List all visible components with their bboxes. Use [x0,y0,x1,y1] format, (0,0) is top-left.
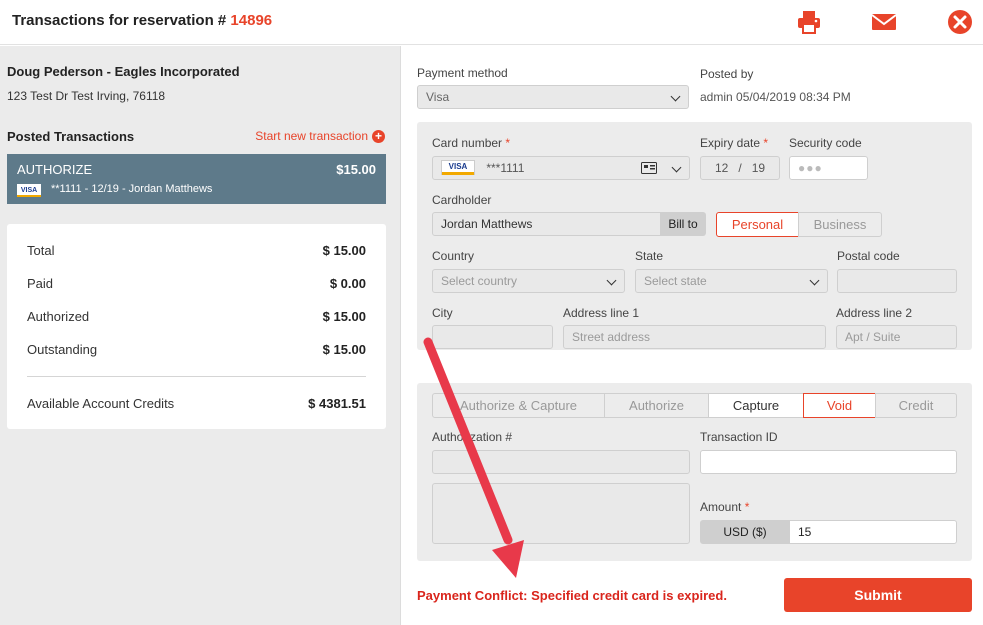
authorization-number-label: Authorization # [432,430,513,444]
payment-method-label: Payment method [417,66,508,80]
chevron-down-icon [671,162,682,173]
close-icon[interactable] [946,8,974,36]
left-panel: Doug Pederson - Eagles Incorporated 123 … [0,46,401,625]
plus-icon: + [372,129,385,143]
payment-method-value: Visa [426,90,450,104]
personal-toggle[interactable]: Personal [716,212,799,237]
summary-row-total: Total $ 15.00 [27,243,366,258]
bill-to-button[interactable]: Bill to [660,212,706,236]
summary-label: Paid [27,276,54,291]
business-toggle[interactable]: Business [798,212,882,237]
start-new-transaction-link[interactable]: Start new transaction + [255,129,385,143]
card-number-value: ***1111 [486,161,525,175]
currency-addon: USD ($) [700,520,790,544]
transaction-action-panel: Authorize & Capture Authorize Capture Vo… [417,383,972,561]
city-label: City [432,306,453,320]
postal-code-label: Postal code [837,249,900,263]
id-card-icon [641,162,657,174]
summary-label: Outstanding [27,342,98,357]
transaction-id-label: Transaction ID [700,430,778,444]
tab-authorize[interactable]: Authorize [604,393,709,418]
transaction-type: AUTHORIZE [17,162,93,177]
expiry-date-label: Expiry date * [700,136,769,150]
summary-divider [27,376,366,377]
state-select[interactable]: Select state [635,269,828,293]
expiry-year: 19 [751,161,766,175]
authorization-number-input[interactable] [432,450,690,474]
postal-code-input[interactable] [837,269,957,293]
posted-by-label: Posted by [700,67,754,81]
title-prefix: Transactions for reservation # [12,12,227,29]
summary-row-outstanding: Outstanding $ 15.00 [27,342,366,357]
guest-name: Doug Pederson - Eagles Incorporated [7,64,240,79]
email-icon[interactable] [870,8,898,36]
submit-button[interactable]: Submit [784,578,972,612]
address-line2-input[interactable]: Apt / Suite [836,325,957,349]
amount-label: Amount * [700,500,750,514]
print-icon[interactable] [795,8,823,36]
tab-credit[interactable]: Credit [875,393,957,418]
country-label: Country [432,249,475,263]
tab-authorize-capture[interactable]: Authorize & Capture [432,393,605,418]
security-code-label: Security code [789,136,862,150]
visa-card-icon: VISA [441,160,475,176]
expiry-date-input[interactable]: 12 / 19 [700,156,780,180]
error-message: Payment Conflict: Specified credit card … [417,588,727,603]
summary-row-paid: Paid $ 0.00 [27,276,366,291]
country-select[interactable]: Select country [432,269,625,293]
chevron-down-icon [670,91,681,102]
chevron-down-icon [606,275,617,286]
page-title: Transactions for reservation # 14896 [12,12,272,29]
summary-row-authorized: Authorized $ 15.00 [27,309,366,324]
summary-value: $ 0.00 [329,276,366,291]
posted-transactions-label: Posted Transactions [7,129,135,144]
tab-capture[interactable]: Capture [708,393,804,418]
summary-value: $ 15.00 [322,243,366,258]
security-code-input[interactable]: ●●● [789,156,868,180]
credits-label: Available Account Credits [27,396,175,411]
posted-by-value: admin 05/04/2019 08:34 PM [700,90,851,104]
transaction-item[interactable]: AUTHORIZE $15.00 VISA **1111 - 12/19 - J… [7,154,386,204]
expiry-separator: / [738,161,742,175]
state-placeholder: Select state [644,274,707,288]
notes-textarea[interactable] [432,483,690,544]
reservation-number: 14896 [230,12,273,29]
cardholder-input[interactable]: Jordan Matthews [432,212,662,236]
state-label: State [635,249,664,263]
card-details-panel: Card number * VISA ***1111 Expiry date *… [417,122,972,350]
start-new-transaction-label: Start new transaction [255,129,368,143]
transaction-detail: **1111 - 12/19 - Jordan Matthews [51,183,213,195]
visa-card-icon: VISA [17,184,41,197]
modal-header: Transactions for reservation # 14896 [0,0,983,45]
amount-input[interactable]: 15 [789,520,957,544]
address-line2-label: Address line 2 [836,306,913,320]
address-line1-label: Address line 1 [563,306,640,320]
credits-value: $ 4381.51 [308,396,366,411]
summary-value: $ 15.00 [322,342,366,357]
card-number-label: Card number * [432,136,511,150]
summary-label: Authorized [27,309,90,324]
transaction-amount: $15.00 [336,162,376,177]
cardholder-label: Cardholder [432,193,492,207]
summary-row-credits: Available Account Credits $ 4381.51 [27,396,366,411]
summary-value: $ 15.00 [322,309,366,324]
chevron-down-icon [809,275,820,286]
account-summary: Total $ 15.00 Paid $ 0.00 Authorized $ 1… [7,224,386,429]
city-input[interactable] [432,325,553,349]
country-placeholder: Select country [441,274,518,288]
guest-address: 123 Test Dr Test Irving, 76118 [7,89,166,103]
expiry-month: 12 [714,161,729,175]
payment-method-select[interactable]: Visa [417,85,689,109]
right-panel: Payment method Visa Posted by admin 05/0… [402,46,983,625]
summary-label: Total [27,243,55,258]
tab-void[interactable]: Void [803,393,876,418]
transaction-id-input[interactable] [700,450,957,474]
address-line1-input[interactable]: Street address [563,325,826,349]
card-number-input[interactable]: VISA ***1111 [432,156,690,180]
